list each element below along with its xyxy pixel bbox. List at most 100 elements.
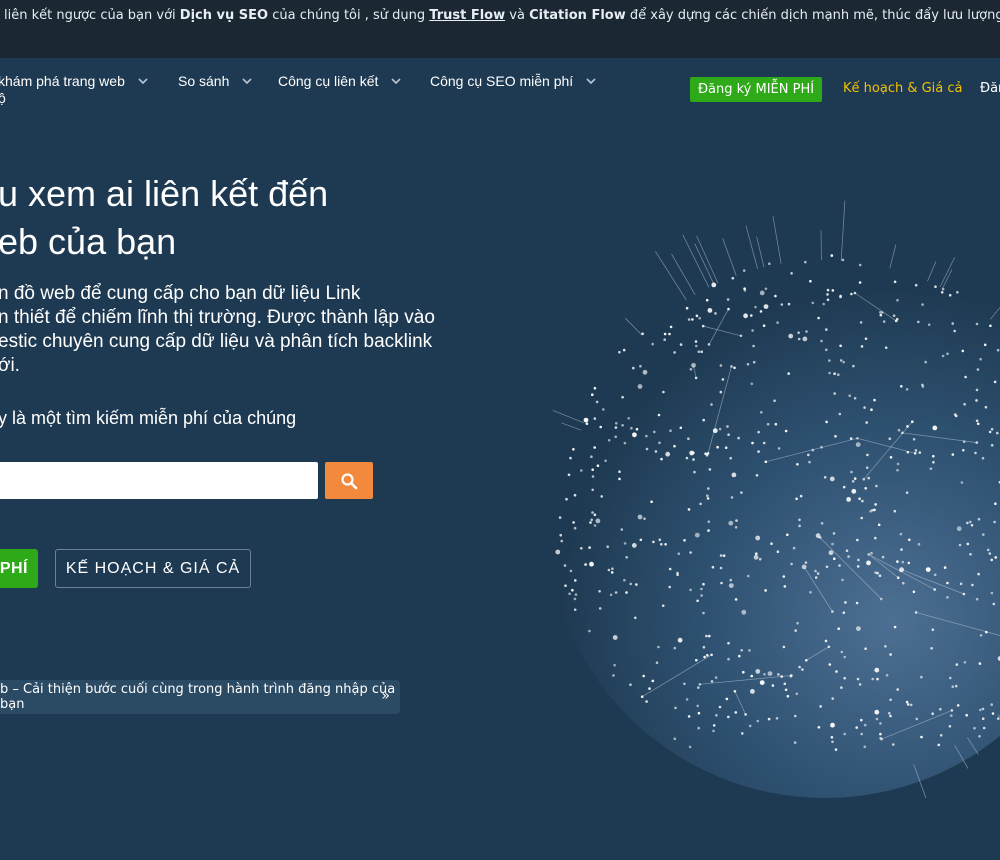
nav-item-overflow[interactable]: ộ	[0, 90, 6, 106]
globe-dot	[660, 458, 663, 461]
globe-dot	[934, 574, 937, 577]
globe-dot	[889, 437, 892, 440]
globe-dot	[574, 527, 577, 530]
globe-dot	[786, 534, 789, 537]
globe-dot	[850, 293, 853, 296]
globe-dot	[752, 345, 755, 348]
globe-dot	[855, 726, 858, 729]
globe-dot	[669, 429, 672, 432]
globe-dot	[764, 304, 769, 309]
globe-dot	[946, 596, 949, 599]
globe-dot	[962, 350, 965, 353]
globe-dot	[699, 683, 702, 686]
globe-dot	[642, 675, 645, 678]
globe-dot	[892, 743, 895, 746]
globe-dot	[584, 563, 587, 566]
globe-dot	[645, 700, 648, 703]
globe-dot	[879, 722, 882, 725]
news-banner[interactable]: b – Cải thiện bước cuối cùng trong hành …	[0, 680, 400, 714]
nav-item-free-seo-tools[interactable]: Công cụ SEO miễn phí	[430, 73, 597, 89]
globe-dot	[638, 384, 643, 389]
globe-dot	[850, 471, 853, 474]
globe-dot	[660, 543, 663, 546]
globe-dot	[886, 674, 889, 677]
globe-dot	[735, 598, 738, 601]
globe-dot	[801, 668, 804, 671]
globe-dot	[572, 448, 575, 451]
globe-dot	[650, 501, 653, 504]
globe-dot	[696, 600, 699, 603]
search-button[interactable]	[325, 462, 373, 499]
globe-dot	[979, 662, 982, 665]
search-input[interactable]	[0, 462, 318, 499]
globe-dot	[976, 420, 979, 423]
chevron-down-icon	[241, 75, 253, 87]
globe-dot	[843, 611, 846, 614]
globe-dot	[973, 727, 976, 730]
globe-dot	[780, 675, 783, 678]
globe-dot	[965, 714, 968, 717]
globe-dot	[819, 705, 822, 708]
globe-dot	[757, 450, 760, 453]
globe-dot	[706, 299, 709, 302]
globe-dot	[711, 680, 714, 683]
globe-dot	[982, 457, 985, 460]
globe-dot	[589, 521, 592, 524]
globe-dot	[708, 343, 711, 346]
plans-pricing-link[interactable]: Kế hoạch & Giá cả	[843, 81, 963, 96]
globe-dot	[997, 349, 1000, 352]
nav-item-compare[interactable]: So sánh	[178, 73, 253, 89]
globe-dot	[848, 394, 851, 397]
login-link[interactable]: Đăn	[980, 81, 1000, 96]
globe-illustration	[540, 190, 1000, 855]
globe-dot	[588, 630, 591, 633]
globe-dot	[658, 414, 661, 417]
trust-flow-link[interactable]: Trust Flow	[429, 8, 505, 23]
globe-dot	[822, 303, 825, 306]
globe-dot	[897, 576, 900, 579]
signup-free-cta-button[interactable]: PHÍ	[0, 549, 38, 588]
globe-dot	[854, 292, 857, 295]
globe-dot	[574, 494, 577, 497]
globe-dot	[657, 646, 660, 649]
globe-dot	[560, 540, 563, 543]
nav-item-label: Công cụ SEO miễn phí	[430, 73, 573, 89]
globe-dot	[980, 634, 983, 637]
globe-dot	[969, 553, 972, 556]
globe-dot	[755, 669, 760, 674]
globe-dot	[580, 547, 583, 550]
globe-dot	[702, 419, 705, 422]
globe-dot	[960, 583, 963, 586]
globe-dot	[859, 281, 862, 284]
globe-dot	[673, 351, 676, 354]
globe-dot	[956, 663, 959, 666]
globe-dot	[743, 269, 746, 272]
globe-dot	[987, 549, 990, 552]
nav-item-site-explorer[interactable]: khám phá trang web	[0, 73, 149, 89]
globe-dot	[890, 456, 893, 459]
globe-dot	[828, 359, 831, 362]
globe-dot	[731, 496, 734, 499]
globe-dot	[741, 732, 744, 735]
globe-dot	[621, 424, 624, 427]
nav-item-link-tools[interactable]: Công cụ liên kết	[278, 73, 402, 89]
globe-dot	[737, 437, 740, 440]
globe-dot	[908, 539, 911, 542]
globe-dot	[812, 302, 815, 305]
globe-dot	[623, 579, 626, 582]
globe-dot	[765, 461, 768, 464]
seo-service-link[interactable]: Dịch vụ SEO	[180, 8, 268, 23]
globe-dot	[656, 661, 659, 664]
globe-dot	[788, 303, 791, 306]
globe-dot	[934, 285, 937, 288]
plans-pricing-cta-button[interactable]: KẾ HOẠCH & GIÁ CẢ	[55, 549, 251, 588]
globe-dot	[946, 353, 949, 356]
globe-dot	[896, 469, 899, 472]
signup-free-button[interactable]: Đăng ký MIỄN PHÍ	[690, 77, 822, 102]
globe-dot	[831, 254, 834, 257]
globe-dot	[896, 688, 899, 691]
globe-dot	[760, 291, 765, 296]
globe-dot	[820, 446, 823, 449]
globe-dot	[906, 701, 909, 704]
globe-dot	[982, 533, 985, 536]
